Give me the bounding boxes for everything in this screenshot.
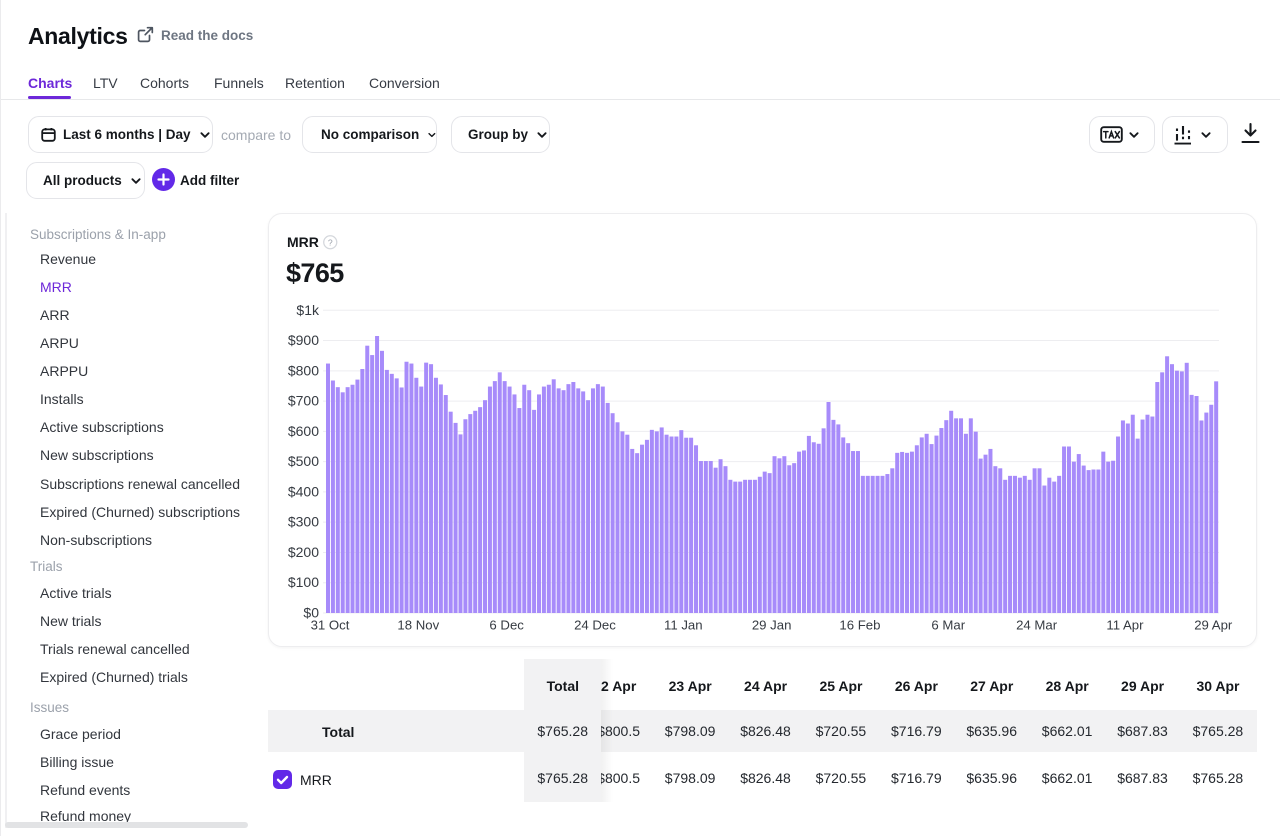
svg-text:$100: $100 [288, 574, 319, 590]
svg-text:29 Apr: 29 Apr [1194, 618, 1233, 633]
svg-text:29 Jan: 29 Jan [752, 618, 792, 633]
svg-text:11 Apr: 11 Apr [1106, 618, 1144, 633]
svg-text:$1k: $1k [296, 302, 320, 318]
svg-text:24 Mar: 24 Mar [1016, 618, 1058, 633]
svg-text:11 Jan: 11 Jan [664, 618, 703, 633]
svg-text:$800: $800 [288, 362, 319, 378]
svg-text:$300: $300 [288, 514, 319, 530]
svg-text:16 Feb: 16 Feb [839, 618, 880, 633]
svg-text:6 Mar: 6 Mar [931, 618, 965, 633]
svg-text:$600: $600 [288, 423, 319, 439]
svg-text:$500: $500 [288, 453, 319, 469]
svg-text:$400: $400 [288, 483, 319, 499]
svg-text:$900: $900 [288, 332, 319, 348]
svg-text:18 Nov: 18 Nov [397, 618, 439, 633]
svg-text:$200: $200 [288, 544, 319, 560]
svg-text:24 Dec: 24 Dec [574, 618, 616, 633]
svg-text:$700: $700 [288, 393, 319, 409]
svg-text:6 Dec: 6 Dec [489, 618, 524, 633]
svg-text:31 Oct: 31 Oct [311, 618, 350, 633]
